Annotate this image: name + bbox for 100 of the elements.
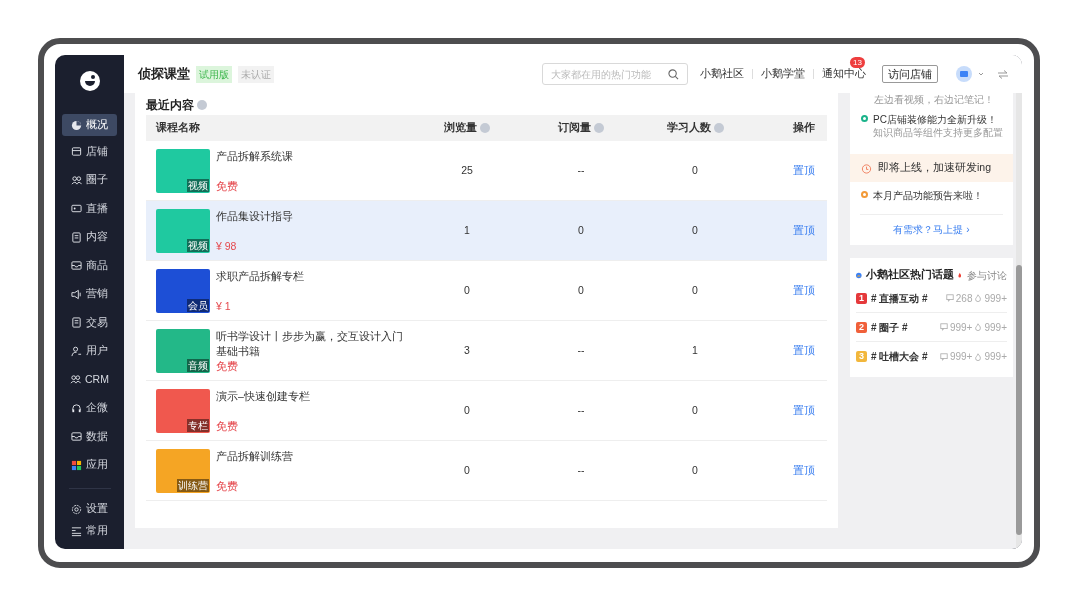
document-icon	[71, 317, 82, 329]
course-title[interactable]: 产品拆解训练营	[216, 448, 406, 464]
thumbnail-tag: 专栏	[187, 418, 209, 432]
settings-icon	[71, 503, 82, 515]
table-cell-text: --	[577, 462, 585, 478]
comment-count: 999+	[949, 320, 973, 335]
sidebar-item[interactable]: 概况	[62, 114, 117, 136]
apps-icon	[71, 459, 82, 471]
info-icon	[197, 100, 207, 110]
pin-link[interactable]: 置顶	[793, 162, 815, 179]
table-cell-text: 0	[464, 462, 470, 478]
table-cell-text: 0	[692, 222, 698, 238]
pin-link[interactable]: 置顶	[793, 462, 815, 479]
sidebar-item[interactable]: 商品	[62, 253, 117, 279]
course-price: 免费	[216, 359, 239, 373]
column-header: 课程名称	[156, 120, 200, 136]
table-cell-text: 0	[692, 162, 698, 178]
visit-shop-button[interactable]: 访问店铺	[882, 65, 938, 83]
update-text: PC店铺装修能力全新升级！	[873, 113, 998, 126]
scrollbar-thumb[interactable]	[1016, 265, 1022, 535]
pin-link[interactable]: 置顶	[793, 222, 815, 239]
fire-icon	[957, 270, 961, 280]
pin-link[interactable]: 置顶	[793, 342, 815, 359]
search-icon	[668, 68, 679, 80]
pie-chart-icon	[71, 119, 82, 131]
sidebar-item[interactable]: 数据	[62, 424, 117, 450]
people-icon	[70, 374, 82, 386]
course-title[interactable]: 产品拆解系统课	[216, 148, 406, 164]
sidebar-item[interactable]: 直播	[62, 196, 117, 222]
speaker-icon	[71, 288, 82, 300]
rank-badge: 3	[856, 351, 867, 362]
heat-count: 999+	[984, 350, 1007, 364]
sidebar-item[interactable]: 交易	[62, 310, 117, 336]
topic-link[interactable]: # 吐槽大会 #	[871, 349, 940, 364]
join-discussion-link[interactable]: 参与讨论	[967, 267, 1007, 283]
sidebar-item[interactable]: 内容	[62, 224, 117, 250]
sidebar-item[interactable]: 圈子	[62, 167, 117, 193]
sidebar-item[interactable]: 企微	[62, 395, 117, 421]
table-cell-text: 25	[461, 162, 473, 178]
sidebar-item[interactable]: 店铺	[62, 139, 117, 165]
update-text: 左边看视频，右边记笔记！	[873, 94, 995, 106]
section-title: 最近内容	[146, 97, 194, 114]
update-subtext: 知识商品等组件支持更多配置	[873, 126, 1003, 140]
headset-icon	[71, 402, 82, 414]
table-row[interactable]: 视频 作品集设计指导 ¥ 98 1 0 0 置顶	[146, 201, 827, 261]
sidebar-item[interactable]: 应用	[62, 452, 117, 478]
comment-count: 268	[955, 291, 973, 306]
logo-icon	[78, 70, 101, 92]
list-icon	[71, 525, 82, 537]
nav-link[interactable]: 小鹅学堂	[761, 66, 805, 82]
thumbnail-tag: 训练营	[177, 478, 209, 492]
heat-count: 999+	[984, 320, 1007, 335]
sidebar-item[interactable]: 设置	[62, 499, 117, 519]
shop-name: 侦探课堂	[138, 65, 190, 84]
flame-icon	[974, 294, 983, 302]
avatar[interactable]	[956, 66, 972, 82]
course-title[interactable]: 作品集设计指导	[216, 208, 406, 224]
rank-badge: 2	[856, 321, 867, 333]
table-cell-text: 3	[464, 342, 470, 358]
table-cell-text: 0	[464, 282, 470, 298]
notification-count: 13	[850, 57, 865, 69]
sidebar-item[interactable]: 常用	[62, 521, 117, 541]
course-title[interactable]: 演示–快速创建专栏	[216, 388, 406, 404]
table-cell-text: 1	[692, 342, 698, 358]
tray-icon	[71, 260, 82, 272]
topic-link[interactable]: # 圈子 #	[871, 319, 940, 335]
thumbnail-tag: 音频	[187, 358, 209, 372]
table-cell-text: 0	[692, 402, 698, 418]
table-cell-text: 0	[692, 462, 698, 478]
nav-link[interactable]: 通知中心	[822, 67, 866, 80]
nav-link[interactable]: 小鹅社区	[700, 66, 744, 82]
pin-link[interactable]: 置顶	[793, 402, 815, 419]
table-cell-text: 0	[578, 282, 584, 298]
thumbnail-tag: 视频	[187, 178, 209, 192]
sidebar-item[interactable]: 用户	[62, 338, 117, 364]
course-title[interactable]: 听书学设计丨步步为赢，交互设计入门基础书籍	[216, 328, 406, 359]
update-text: 本月产品功能预告来啦！	[873, 189, 983, 202]
comment-icon	[939, 323, 948, 331]
caret-icon[interactable]	[978, 71, 984, 77]
swap-icon[interactable]	[998, 69, 1008, 79]
request-link[interactable]: 有需求？马上提 ›	[850, 222, 1013, 237]
course-title[interactable]: 求职产品拆解专栏	[216, 268, 406, 284]
launch-banner: 即将上线，加速研发ing	[850, 154, 1013, 182]
table-cell-text: 0	[464, 402, 470, 418]
document-icon	[71, 231, 82, 243]
sidebar-item[interactable]: CRM	[62, 367, 117, 393]
column-header: 订阅量	[558, 120, 591, 136]
table-cell-text: --	[577, 162, 585, 178]
tray-icon	[71, 431, 82, 443]
pin-link[interactable]: 置顶	[793, 282, 815, 299]
column-header: 浏览量	[444, 120, 477, 136]
thumbnail-tag: 会员	[187, 298, 209, 312]
table-cell-text: 1	[464, 222, 470, 238]
trial-badge: 试用版	[196, 65, 232, 83]
topic-link[interactable]: # 直播互动 #	[871, 290, 946, 306]
store-icon	[71, 146, 82, 158]
flame-icon	[974, 352, 983, 361]
sidebar-item[interactable]: 营销	[62, 281, 117, 307]
community-title: 小鹅社区热门话题	[865, 267, 954, 283]
comment-icon	[945, 294, 954, 302]
